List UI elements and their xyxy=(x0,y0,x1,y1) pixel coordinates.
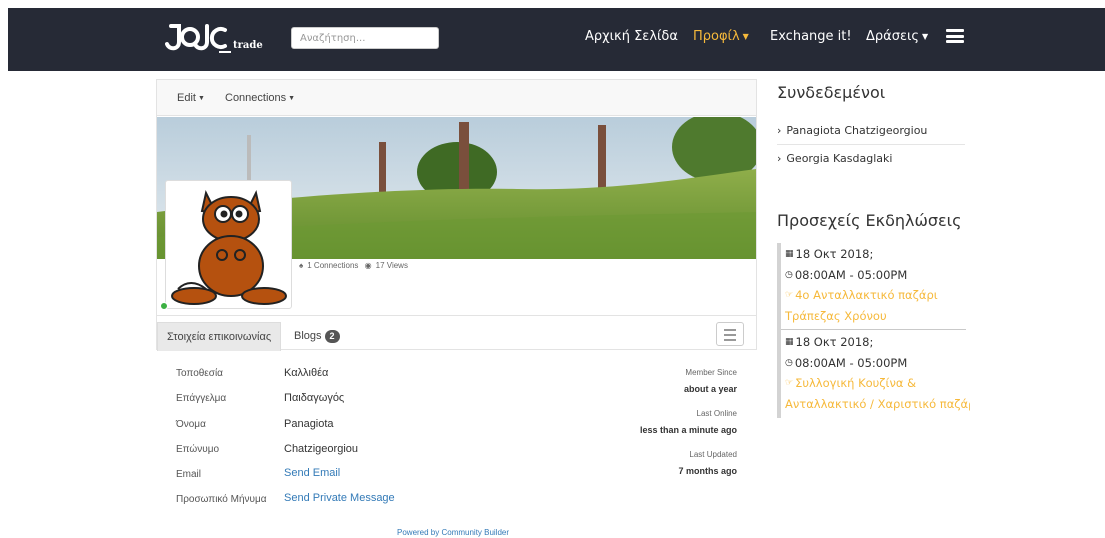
blogs-count-badge: 2 xyxy=(324,330,340,343)
event-date: 18 Οκτ 2018; xyxy=(795,247,874,261)
profile-tabs: Στοιχεία επικοινωνίας Blogs 2 xyxy=(157,315,756,351)
clock-icon: ◷ xyxy=(785,269,793,280)
kangaroo-avatar-icon xyxy=(171,190,287,305)
field-label-lastname: Επώνυμο xyxy=(176,444,220,455)
profile-card: Edit ▼ Connections ▼ ♠ 1 Connections ◉ 1… xyxy=(156,79,757,351)
field-value-profession: Παιδαγωγός xyxy=(284,392,345,404)
event-title-line-1: 4ο Ανταλλακτικό παζάρι xyxy=(795,288,938,302)
field-label-email: Email xyxy=(176,469,202,480)
nav-profile-label: Προφίλ xyxy=(693,29,740,44)
top-navbar: trade Αρχική Σελίδα Προφίλ▼ Exchange it!… xyxy=(8,8,1105,71)
chevron-down-icon: ▼ xyxy=(742,32,749,41)
field-label-firstname: Όνομα xyxy=(176,419,206,430)
online-user-item[interactable]: › Panagiota Chatzigeorgiou xyxy=(777,124,965,137)
tab-contact[interactable]: Στοιχεία επικοινωνίας xyxy=(157,322,282,351)
member-since-label: Member Since xyxy=(685,368,737,377)
avatar[interactable] xyxy=(165,180,292,309)
powered-by-link[interactable]: Powered by Community Builder xyxy=(397,528,509,537)
last-updated-value: 7 months ago xyxy=(678,466,737,476)
field-value-lastname: Chatzigeorgiou xyxy=(284,443,358,455)
nav-exchange[interactable]: Exchange it! xyxy=(770,29,852,44)
field-value-firstname: Panagiota xyxy=(284,418,334,430)
online-status-dot xyxy=(160,302,168,310)
nav-profile[interactable]: Προφίλ ▼ xyxy=(693,29,749,44)
connections-count: 1 Connections xyxy=(307,261,359,270)
event-date: 18 Οκτ 2018; xyxy=(795,335,874,349)
divider xyxy=(777,144,965,145)
logo-text: trade xyxy=(233,40,263,51)
field-label-location: Τοποθεσία xyxy=(176,368,223,379)
last-online-value: less than a minute ago xyxy=(639,425,737,435)
field-label-private-message: Προσωπικό Μήνυμα xyxy=(176,494,267,505)
chevron-down-icon: ▼ xyxy=(197,95,205,102)
users-icon: ♠ xyxy=(299,261,304,270)
event-title-line-1: Συλλογική Κουζίνα & xyxy=(795,376,917,390)
nav-actions-label: Δράσεις xyxy=(866,29,920,44)
edit-label: Edit xyxy=(177,92,196,104)
member-since-value: about a year xyxy=(683,384,737,394)
event-time: 08:00AM - 05:00PM xyxy=(794,267,908,282)
site-logo[interactable]: trade xyxy=(165,22,265,56)
profile-stats: ♠ 1 Connections ◉ 17 Views xyxy=(299,261,412,270)
tab-blogs-label: Blogs xyxy=(294,330,322,342)
event-title-link[interactable]: ☞ 4ο Ανταλλακτικό παζάρι Τράπεζας Χρόνου xyxy=(781,285,970,326)
tab-menu-button[interactable] xyxy=(716,322,744,346)
hand-pointer-icon: ☞ xyxy=(785,290,794,300)
tab-blogs[interactable]: Blogs 2 xyxy=(285,322,349,351)
views-count: 17 Views xyxy=(375,261,408,270)
field-label-profession: Επάγγελμα xyxy=(176,393,227,404)
nav-actions[interactable]: Δράσεις ▼ xyxy=(866,29,928,44)
event-item: ▦ 18 Οκτ 2018; ◷ 08:00AM - 05:00PM ☞ Συλλογ… xyxy=(785,332,970,414)
last-updated-label: Last Updated xyxy=(689,450,737,459)
online-user-name: Georgia Kasdaglaki xyxy=(786,152,893,165)
events-list: ▦ 18 Οκτ 2018; ◷ 08:00AM - 05:00PM ☞ 4ο Αντ… xyxy=(777,243,970,418)
search-input[interactable] xyxy=(291,27,439,49)
calendar-icon: ▦ xyxy=(785,337,794,347)
upcoming-events-title: Προσεχείς Εκδηλώσεις xyxy=(777,211,962,230)
send-email-link[interactable]: Send Email xyxy=(284,467,340,479)
event-title-line-2: Ανταλλακτικό / Χαριστικό παζάρι xyxy=(785,396,970,411)
connections-label: Connections xyxy=(225,92,287,104)
field-value-location: Καλλιθέα xyxy=(284,367,329,379)
send-private-message-link[interactable]: Send Private Message xyxy=(284,492,395,504)
online-users-title: Συνδεδεμένοι xyxy=(777,83,886,102)
event-time: 08:00AM - 05:00PM xyxy=(794,355,908,370)
chevron-down-icon: ▼ xyxy=(288,95,296,102)
divider xyxy=(781,329,966,330)
last-online-label: Last Online xyxy=(696,409,737,418)
profile-toolbar: Edit ▼ Connections ▼ xyxy=(157,80,756,116)
event-item: ▦ 18 Οκτ 2018; ◷ 08:00AM - 05:00PM ☞ 4ο Αντ… xyxy=(785,244,970,326)
online-user-name: Panagiota Chatzigeorgiou xyxy=(786,124,928,137)
calendar-icon: ▦ xyxy=(785,249,794,259)
eye-icon: ◉ xyxy=(364,261,372,270)
clock-icon: ◷ xyxy=(785,357,793,368)
chevron-down-icon: ▼ xyxy=(922,32,929,41)
event-title-link[interactable]: ☞ Συλλογική Κουζίνα & Ανταλλακτικό / Χαρι… xyxy=(781,373,970,414)
hamburger-menu-icon[interactable] xyxy=(946,29,964,43)
chevron-right-icon: › xyxy=(777,124,782,137)
edit-menu[interactable]: Edit ▼ xyxy=(177,92,205,104)
event-title-line-2: Τράπεζας Χρόνου xyxy=(785,308,887,323)
nav-home[interactable]: Αρχική Σελίδα xyxy=(585,29,678,44)
hand-pointer-icon: ☞ xyxy=(785,378,794,388)
chevron-right-icon: › xyxy=(777,152,782,165)
connections-menu[interactable]: Connections ▼ xyxy=(225,92,295,104)
online-user-item[interactable]: › Georgia Kasdaglaki xyxy=(777,152,965,165)
